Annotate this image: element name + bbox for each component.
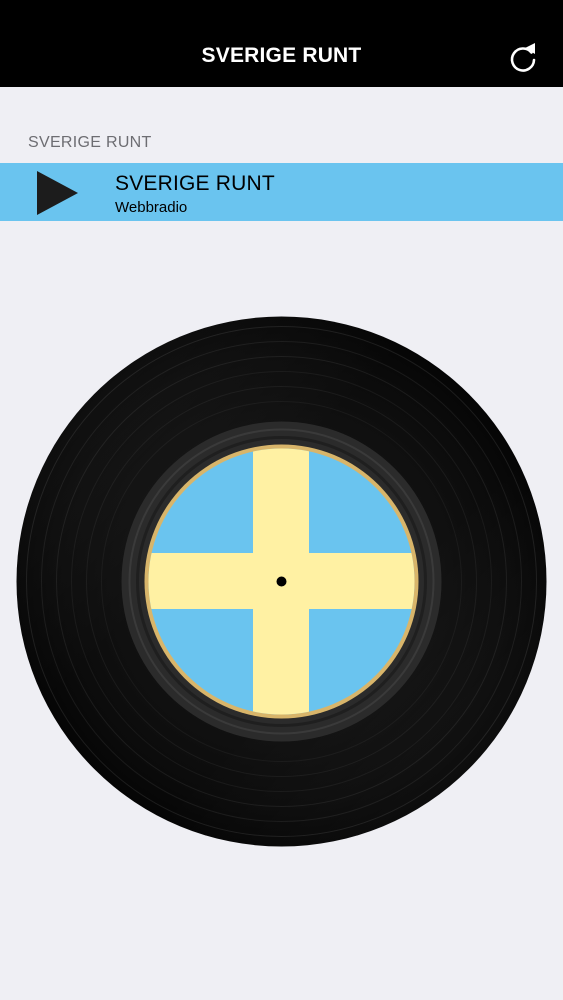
vinyl-record-icon [16, 316, 547, 847]
nav-title: SVERIGE RUNT [201, 44, 362, 67]
refresh-icon [510, 43, 536, 72]
station-subtitle: Webbradio [115, 199, 188, 216]
station-title: SVERIGE RUNT [115, 172, 275, 195]
station-row-sverige-runt[interactable]: SVERIGE RUNT Webbradio [0, 163, 563, 221]
play-icon[interactable] [35, 170, 79, 216]
navigation-bar: SVERIGE RUNT [0, 0, 563, 87]
refresh-button[interactable] [505, 40, 541, 76]
section-header: SVERIGE RUNT [28, 134, 152, 151]
